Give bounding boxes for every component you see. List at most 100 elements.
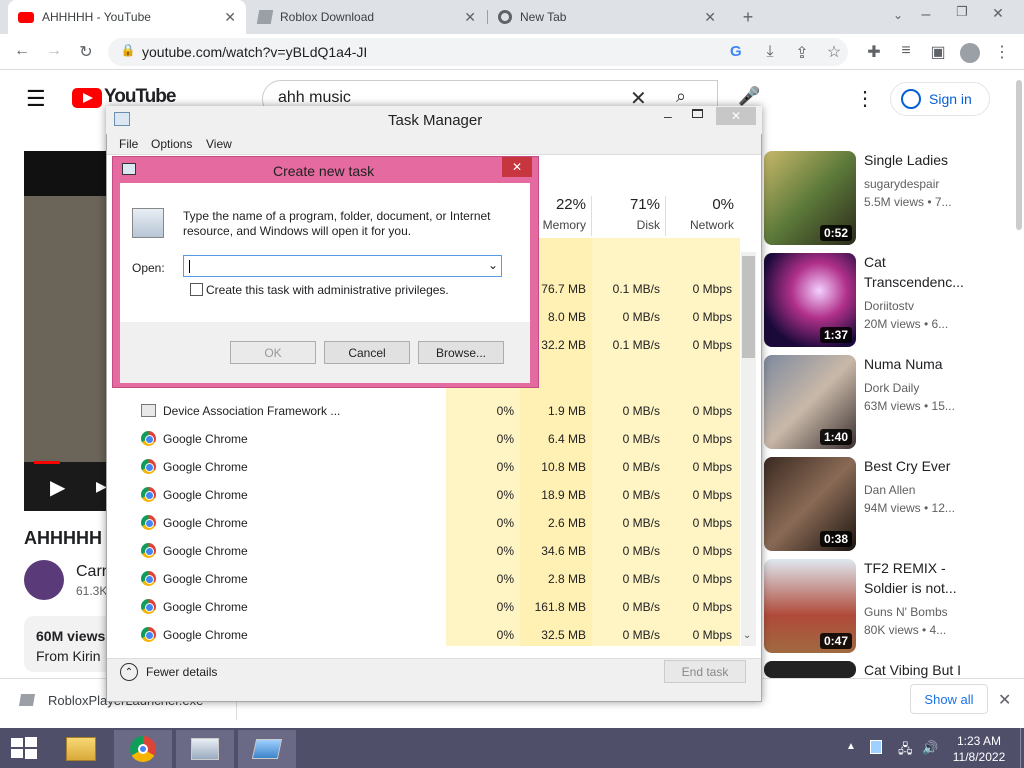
menu-options[interactable]: Options xyxy=(151,137,192,151)
menu-view[interactable]: View xyxy=(206,137,232,151)
install-icon[interactable]: ⤓ xyxy=(760,43,780,61)
share-icon[interactable]: ⇪ xyxy=(792,43,812,63)
process-name[interactable]: Google Chrome xyxy=(163,544,248,558)
mic-icon[interactable]: 🎤 xyxy=(738,86,760,107)
end-task-button[interactable]: End task xyxy=(664,660,746,683)
play-icon[interactable]: ▶ xyxy=(50,475,65,500)
youtube-wordmark[interactable]: YouTube xyxy=(104,86,176,108)
process-name[interactable]: Google Chrome xyxy=(163,600,248,614)
process-name[interactable]: Google Chrome xyxy=(163,628,248,642)
settings-menu-icon[interactable]: ⋮ xyxy=(855,86,875,111)
show-all-button[interactable]: Show all xyxy=(910,684,988,714)
network-column-header[interactable]: Network xyxy=(668,218,734,232)
start-button[interactable] xyxy=(10,736,38,760)
search-input[interactable]: ahh music xyxy=(278,89,351,107)
taskbar-chrome[interactable] xyxy=(114,730,172,768)
recommendation-title[interactable]: Cat Vibing But I xyxy=(864,660,974,678)
scroll-down-icon[interactable]: ⌄ xyxy=(743,630,751,641)
task-manager-icon xyxy=(191,738,219,760)
chrome-menu-icon[interactable]: ⋮ xyxy=(992,42,1012,62)
channel-name[interactable]: Carr xyxy=(76,563,107,581)
tab-search-chevron-icon[interactable]: ⌄ xyxy=(888,8,908,22)
recommendation-title-line2[interactable]: Soldier is not... xyxy=(864,578,974,598)
recommendation-thumbnail[interactable]: 0:38 xyxy=(764,457,856,551)
recommendation-title[interactable]: Numa Numa xyxy=(864,354,974,374)
show-desktop-button[interactable] xyxy=(1020,728,1024,768)
minimize-icon[interactable]: – xyxy=(664,108,672,124)
process-name[interactable]: Google Chrome xyxy=(163,516,248,530)
restore-icon[interactable]: ❐ xyxy=(952,4,972,20)
forward-icon[interactable]: → xyxy=(44,42,64,60)
taskbar-clock[interactable]: 1:23 AM 11/8/2022 xyxy=(942,733,1016,765)
recommendation-thumbnail[interactable]: 0:47 xyxy=(764,559,856,653)
fewer-details-chevron-icon[interactable]: ⌃ xyxy=(120,663,138,681)
lock-icon[interactable]: 🔒 xyxy=(118,43,138,57)
sign-in-button[interactable]: Sign in xyxy=(890,82,990,116)
recommendation-thumbnail[interactable] xyxy=(764,661,856,678)
network-cell: 0 Mbps xyxy=(692,572,732,586)
close-window-icon[interactable]: ✕ xyxy=(988,5,1008,22)
bookmark-star-icon[interactable]: ☆ xyxy=(824,42,844,62)
dropdown-chevron-icon[interactable]: ⌄ xyxy=(488,258,498,272)
side-panel-icon[interactable]: ▣ xyxy=(928,42,948,62)
taskbar-task-manager[interactable] xyxy=(176,730,234,768)
ok-button[interactable]: OK xyxy=(230,341,316,364)
url-text[interactable]: youtube.com/watch?v=yBLdQ1a4-JI xyxy=(142,44,367,60)
cancel-button[interactable]: Cancel xyxy=(324,341,410,364)
back-icon[interactable]: ← xyxy=(12,42,32,60)
fewer-details-link[interactable]: Fewer details xyxy=(146,665,217,679)
process-name[interactable]: Google Chrome xyxy=(163,460,248,474)
admin-privileges-label[interactable]: Create this task with administrative pri… xyxy=(206,283,449,297)
maximize-icon[interactable] xyxy=(692,109,703,118)
search-icon[interactable]: ⌕ xyxy=(676,86,686,107)
close-icon[interactable]: ✕ xyxy=(224,9,236,26)
minimize-icon[interactable]: – xyxy=(916,6,936,24)
scrollbar-thumb[interactable] xyxy=(742,256,755,358)
browse-button[interactable]: Browse... xyxy=(418,341,504,364)
network-icon[interactable]: 🖧 xyxy=(898,740,913,762)
media-icon[interactable]: ≡ xyxy=(896,42,916,60)
recommendation-title[interactable]: Best Cry Ever xyxy=(864,456,974,476)
extensions-icon[interactable]: ✚ xyxy=(864,42,884,62)
hamburger-menu-icon[interactable]: ☰ xyxy=(26,86,46,112)
recommendation-thumbnail[interactable]: 1:40 xyxy=(764,355,856,449)
video-player[interactable] xyxy=(24,151,118,511)
new-tab-icon[interactable]: + xyxy=(738,7,758,28)
tab-youtube[interactable]: AHHHHH - YouTube ✕ xyxy=(8,0,246,34)
tab-roblox[interactable]: Roblox Download ✕ xyxy=(248,0,486,34)
volume-icon[interactable]: 🔊 xyxy=(922,740,938,756)
close-icon[interactable]: ✕ xyxy=(716,107,756,125)
chrome-icon xyxy=(141,431,156,446)
recommendation-title[interactable]: Single Ladies xyxy=(864,150,974,170)
tray-app-icon[interactable] xyxy=(870,740,882,754)
google-translate-icon[interactable]: G xyxy=(730,43,742,60)
recommendation-thumbnail[interactable]: 0:52 xyxy=(764,151,856,245)
process-name[interactable]: Device Association Framework ... xyxy=(163,404,340,418)
taskbar-run-dialog[interactable] xyxy=(238,730,296,768)
network-percent[interactable]: 0% xyxy=(668,196,734,213)
process-name[interactable]: Google Chrome xyxy=(163,488,248,502)
open-command-input[interactable]: ⌄ xyxy=(183,255,502,277)
close-dialog-icon[interactable]: ✕ xyxy=(502,157,532,177)
process-name[interactable]: Google Chrome xyxy=(163,572,248,586)
channel-avatar[interactable] xyxy=(24,560,64,600)
recommendation-title[interactable]: TF2 REMIX - xyxy=(864,558,974,578)
tab-newtab[interactable]: New Tab ✕ xyxy=(488,0,726,34)
page-scrollbar[interactable] xyxy=(1016,80,1022,230)
recommendation-title-line2[interactable]: Transcendenc... xyxy=(864,272,974,292)
close-downloads-icon[interactable]: ✕ xyxy=(998,690,1011,710)
disk-column-header[interactable]: Disk xyxy=(594,218,660,232)
taskbar-file-explorer[interactable] xyxy=(52,730,110,768)
recommendation-thumbnail[interactable]: 1:37 xyxy=(764,253,856,347)
menu-file[interactable]: File xyxy=(119,137,138,151)
disk-percent[interactable]: 71% xyxy=(594,196,660,213)
process-name[interactable]: Google Chrome xyxy=(163,432,248,446)
admin-privileges-checkbox[interactable] xyxy=(190,283,203,296)
profile-icon[interactable] xyxy=(960,43,980,63)
close-icon[interactable]: ✕ xyxy=(464,9,476,26)
close-icon[interactable]: ✕ xyxy=(704,9,716,26)
progress-bar[interactable] xyxy=(34,461,60,464)
recommendation-title[interactable]: Cat xyxy=(864,252,974,272)
show-hidden-icons-icon[interactable]: ▲ xyxy=(846,741,856,752)
reload-icon[interactable]: ↻ xyxy=(76,42,96,62)
